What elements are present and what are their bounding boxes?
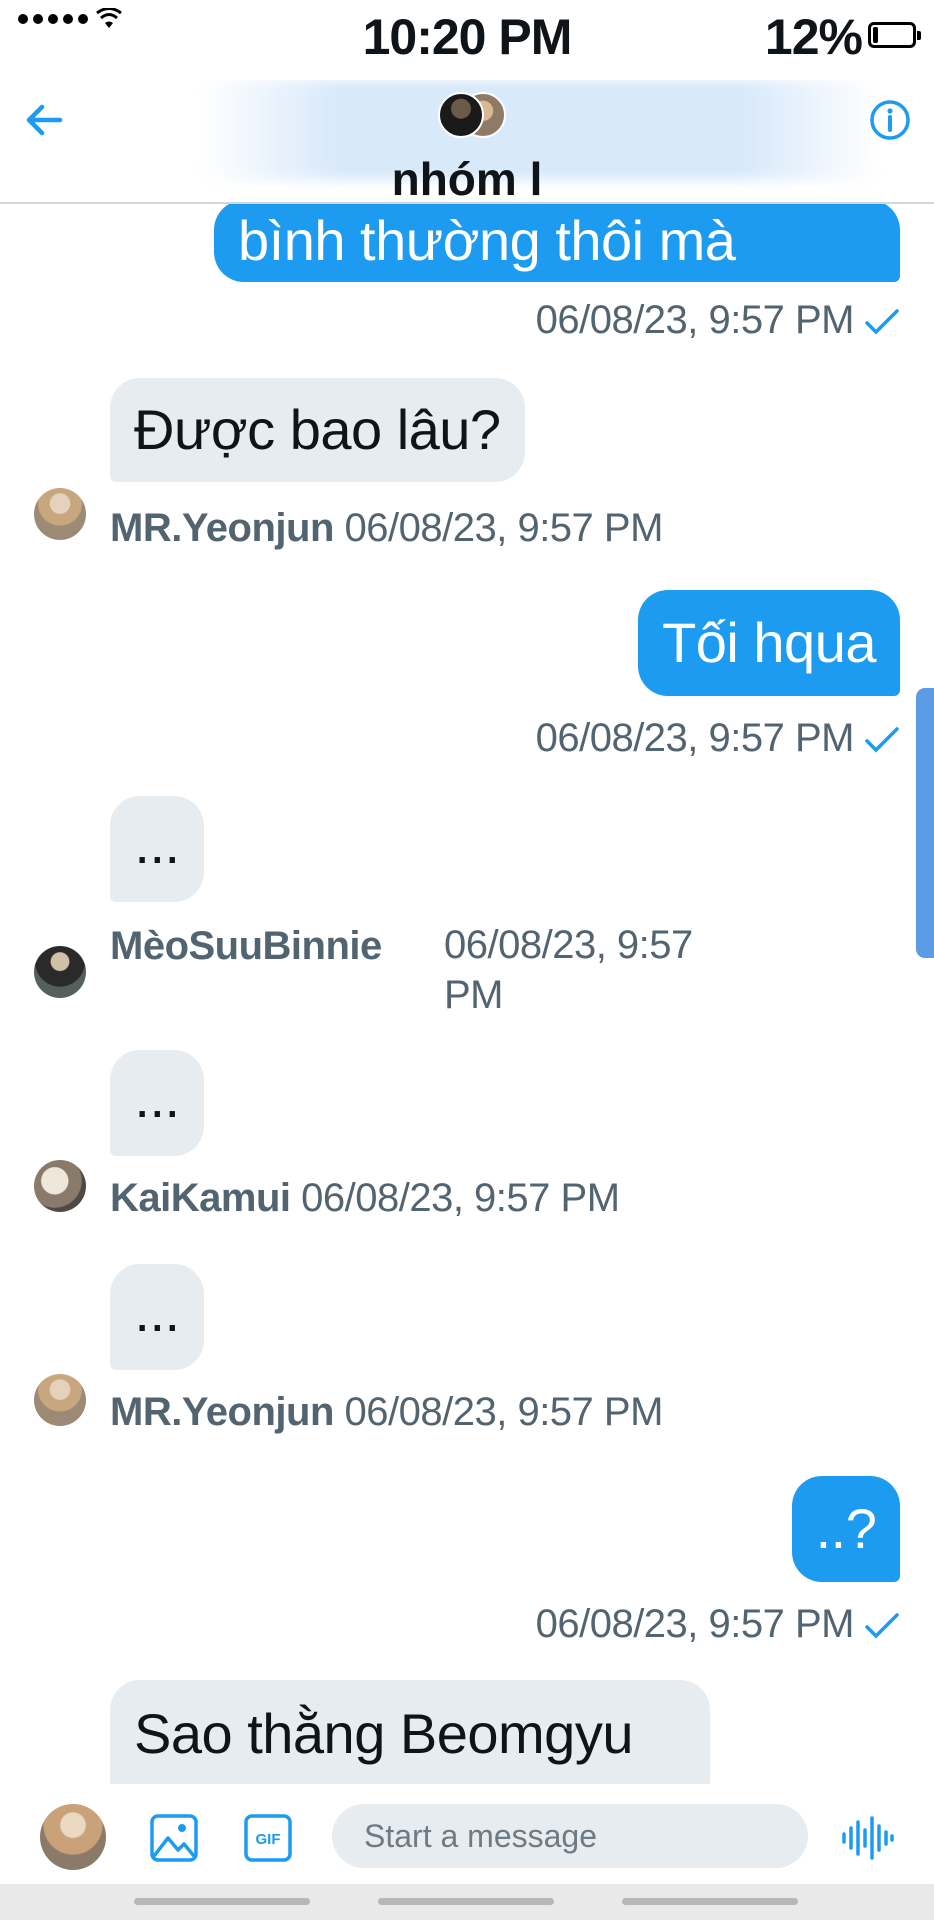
message-composer: GIF xyxy=(0,1784,934,1884)
message-meta: 06/08/23, 9:57 PM xyxy=(536,298,900,343)
avatar[interactable] xyxy=(34,946,86,998)
home-indicator xyxy=(134,1898,310,1905)
message-text: ... xyxy=(134,812,180,875)
group-avatars[interactable] xyxy=(438,92,510,140)
message-timestamp: PM xyxy=(444,973,503,1017)
message-meta: MèoSuuBinnie xyxy=(110,924,382,969)
message-bubble-incoming[interactable]: ... xyxy=(110,1264,204,1370)
message-timestamp: 06/08/23, 9:57 PM xyxy=(535,716,855,760)
check-icon xyxy=(865,309,899,335)
message-text: bình thường thôi mà xyxy=(238,209,736,272)
message-list[interactable]: bình thường thôi mà 06/08/23, 9:57 PM Đư… xyxy=(0,204,934,1784)
message-meta: 06/08/23, 9:57 PM xyxy=(536,716,900,761)
scrollbar-thumb[interactable] xyxy=(916,688,934,958)
group-title[interactable]: nhóm l xyxy=(0,152,934,202)
message-text: ... xyxy=(134,1066,180,1129)
message-meta: MR.Yeonjun 06/08/23, 9:57 PM xyxy=(110,506,663,551)
message-text: Được bao lâu? xyxy=(134,398,501,461)
sender-name[interactable]: MR.Yeonjun xyxy=(110,1390,334,1434)
message-bubble-outgoing[interactable]: bình thường thôi mà xyxy=(214,204,900,282)
image-icon[interactable] xyxy=(148,1812,200,1864)
voice-wave-icon[interactable] xyxy=(840,1812,894,1864)
back-arrow-icon[interactable] xyxy=(20,96,68,144)
message-text: ..? xyxy=(815,1497,877,1560)
avatar[interactable] xyxy=(34,1374,86,1426)
message-timestamp: 06/08/23, 9:57 PM xyxy=(344,506,664,550)
message-timestamp: 06/08/23, 9:57 PM xyxy=(344,1390,664,1434)
message-bubble-incoming[interactable]: Sao thằng Beomgyu xyxy=(110,1680,710,1784)
gif-icon[interactable]: GIF xyxy=(242,1812,294,1864)
message-meta: 06/08/23, 9:57 PM xyxy=(536,1602,900,1647)
message-bubble-outgoing[interactable]: ..? xyxy=(792,1476,900,1582)
message-bubble-incoming[interactable]: ... xyxy=(110,1050,204,1156)
status-bar: 10:20 PM 12% xyxy=(0,0,934,80)
home-indicator xyxy=(622,1898,798,1905)
message-bubble-incoming[interactable]: ... xyxy=(110,796,204,902)
message-timestamp: 06/08/23, 9:57 xyxy=(444,923,693,967)
message-meta: MR.Yeonjun 06/08/23, 9:57 PM xyxy=(110,1390,663,1435)
message-bubble-incoming[interactable]: Được bao lâu? xyxy=(110,378,525,482)
sender-name[interactable]: MèoSuuBinnie xyxy=(110,924,382,968)
svg-text:GIF: GIF xyxy=(256,1831,281,1848)
message-bubble-outgoing[interactable]: Tối hqua xyxy=(638,590,900,696)
message-text: ... xyxy=(134,1280,180,1343)
battery-icon xyxy=(868,22,921,48)
message-meta: KaiKamui 06/08/23, 9:57 PM xyxy=(110,1176,620,1221)
avatar[interactable] xyxy=(34,1160,86,1212)
check-icon xyxy=(865,727,899,753)
sender-name[interactable]: KaiKamui xyxy=(110,1176,291,1220)
sender-name[interactable]: MR.Yeonjun xyxy=(110,506,334,550)
message-timestamp: 06/08/23, 9:57 PM xyxy=(535,1602,855,1646)
avatar[interactable] xyxy=(40,1804,106,1870)
avatar xyxy=(438,92,484,138)
message-meta: 06/08/23, 9:57 PM xyxy=(444,920,693,1020)
bottom-bar xyxy=(0,1884,934,1920)
message-text: Tối hqua xyxy=(662,611,876,674)
avatar[interactable] xyxy=(34,488,86,540)
message-timestamp: 06/08/23, 9:57 PM xyxy=(301,1176,620,1220)
message-timestamp: 06/08/23, 9:57 PM xyxy=(535,298,855,342)
conversation-header: nhóm l xyxy=(0,80,934,204)
message-text: Sao thằng Beomgyu xyxy=(134,1702,633,1765)
info-icon[interactable] xyxy=(866,96,914,144)
check-icon xyxy=(865,1613,899,1639)
home-indicator xyxy=(378,1898,554,1905)
message-input[interactable] xyxy=(332,1804,808,1868)
battery-percent: 12% xyxy=(764,9,863,65)
